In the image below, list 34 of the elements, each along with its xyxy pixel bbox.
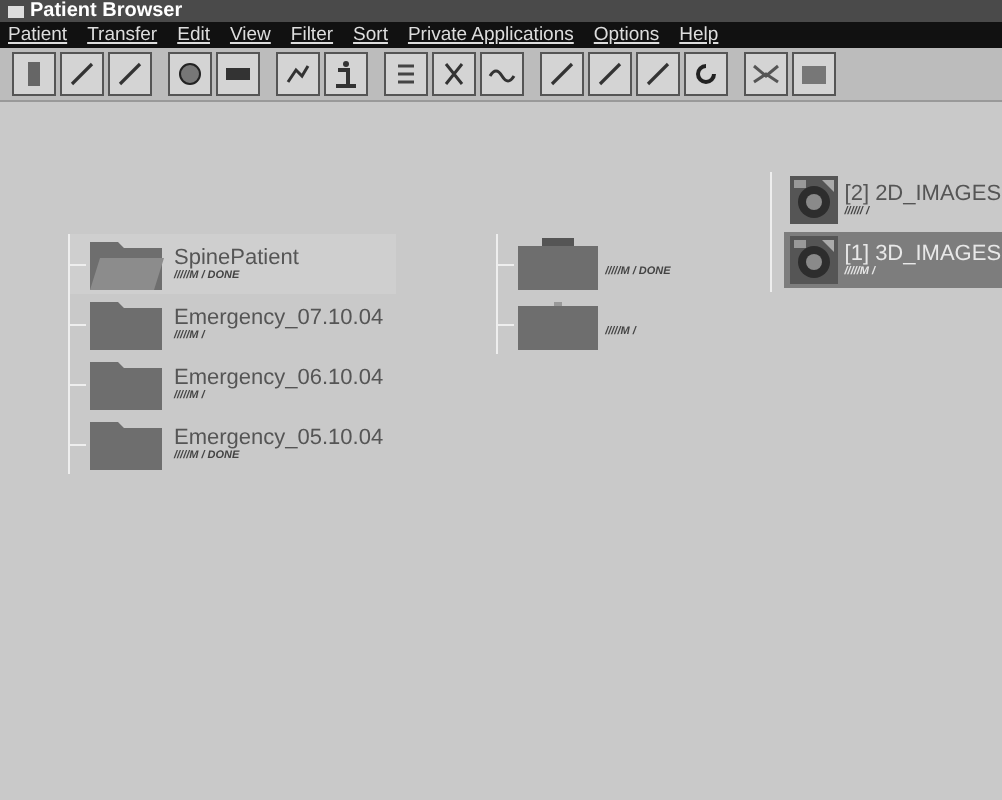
toolbar-button[interactable] (324, 52, 368, 96)
menu-item[interactable]: Sort (353, 23, 388, 47)
toolbar-button[interactable] (60, 52, 104, 96)
window-title: Patient Browser (30, 0, 183, 22)
toolbar-button[interactable] (588, 52, 632, 96)
toolbar-button[interactable] (12, 52, 56, 96)
menu-item[interactable]: Edit (177, 23, 210, 47)
toolbar-button[interactable] (744, 52, 788, 96)
toolbar-button[interactable] (540, 52, 584, 96)
menu-item[interactable]: Private Applications (407, 23, 574, 47)
patient-name[interactable]: Emergency_07.10.04 (174, 305, 384, 329)
patient-name[interactable]: SpinePatient (174, 245, 299, 269)
toolbar-button[interactable] (792, 52, 836, 96)
refresh-icon (690, 58, 722, 90)
toolbar-button[interactable] (108, 52, 152, 96)
menu-item[interactable]: Help (679, 23, 719, 47)
menu-item[interactable]: View (229, 23, 271, 47)
window-icon (8, 5, 24, 17)
toolbar-button[interactable] (432, 52, 476, 96)
menu-item[interactable]: Transfer (87, 23, 158, 47)
patient-name[interactable]: Emergency_05.10.04 (174, 425, 384, 449)
toolbar-button[interactable] (216, 52, 260, 96)
menu-item[interactable]: Options (593, 23, 660, 47)
toolbar-button[interactable] (168, 52, 212, 96)
toolbar-button[interactable] (480, 52, 524, 96)
info-icon (330, 58, 362, 90)
toolbar-button[interactable] (384, 52, 428, 96)
patient-name[interactable]: Emergency_06.10.04 (174, 365, 384, 389)
menu-item[interactable]: Filter (290, 23, 334, 47)
toolbar-button[interactable] (276, 52, 320, 96)
study-folder-icon[interactable] (517, 238, 598, 290)
toolbar-button[interactable] (684, 52, 728, 96)
menu-item[interactable]: Patient (8, 23, 68, 47)
toolbar-button[interactable] (636, 52, 680, 96)
